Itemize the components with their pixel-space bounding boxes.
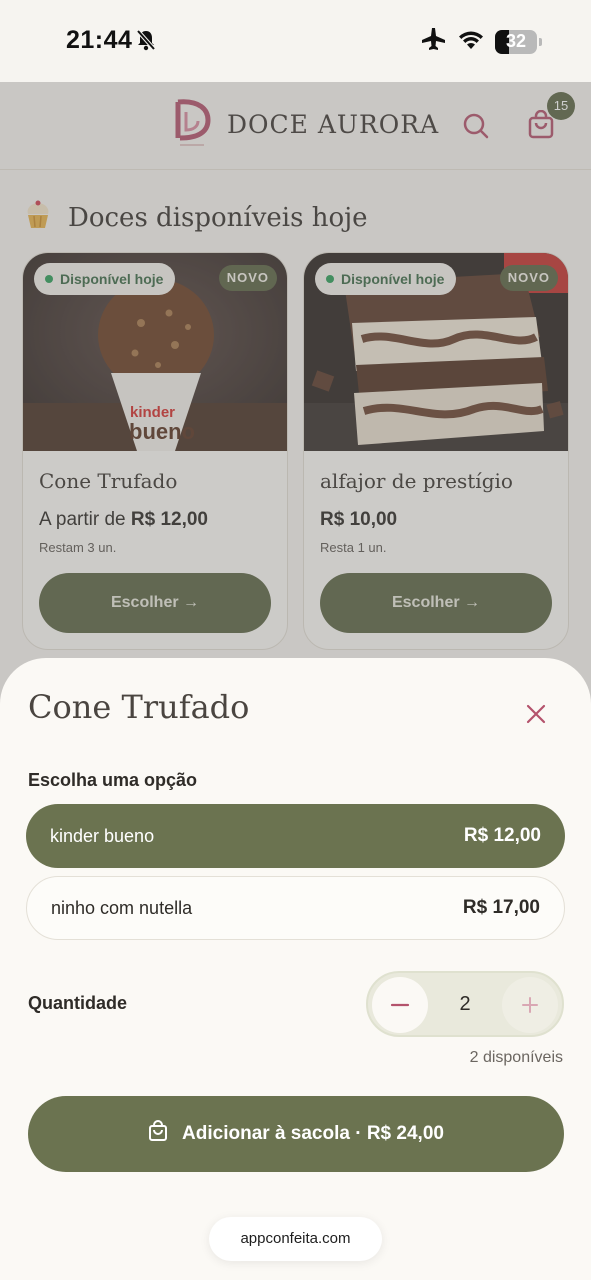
quantity-value: 2 — [459, 993, 471, 1015]
quantity-stepper: 2 — [366, 971, 564, 1037]
option-ninho-com-nutella[interactable]: ninho com nutella R$ 17,00 — [26, 876, 565, 940]
option-label: kinder bueno — [50, 825, 155, 846]
battery-icon: 32 — [495, 29, 542, 54]
quantity-label: Quantidade — [28, 993, 128, 1013]
status-time: 21:44 — [66, 26, 133, 54]
option-label: ninho com nutella — [51, 897, 193, 918]
option-kinder-bueno[interactable]: kinder bueno R$ 12,00 — [26, 804, 565, 868]
available-count: 2 disponíveis — [469, 1049, 563, 1066]
product-options-sheet: Cone Trufado Escolha uma opção kinder bu… — [0, 658, 591, 1280]
increase-quantity-button[interactable] — [502, 977, 558, 1033]
bell-muted-icon — [136, 29, 156, 56]
add-to-bag-button[interactable]: Adicionar à sacola · R$ 24,00 — [28, 1096, 564, 1172]
add-to-bag-label: Adicionar à sacola · R$ 24,00 — [182, 1123, 444, 1144]
browser-url-bar[interactable]: appconfeita.com — [209, 1217, 382, 1261]
minus-icon — [390, 1003, 410, 1007]
plus-icon — [522, 997, 538, 1013]
decrease-quantity-button[interactable] — [372, 977, 428, 1033]
close-icon[interactable] — [524, 702, 548, 731]
sheet-title: Cone Trufado — [28, 688, 250, 726]
airplane-mode-icon — [421, 27, 447, 56]
battery-level: 32 — [505, 30, 527, 51]
status-bar: 21:44 32 — [0, 0, 591, 82]
choose-option-label: Escolha uma opção — [28, 770, 198, 790]
shopping-bag-icon — [148, 1120, 168, 1148]
option-price: R$ 12,00 — [463, 825, 541, 846]
wifi-icon — [457, 28, 485, 55]
option-price: R$ 17,00 — [462, 897, 540, 918]
